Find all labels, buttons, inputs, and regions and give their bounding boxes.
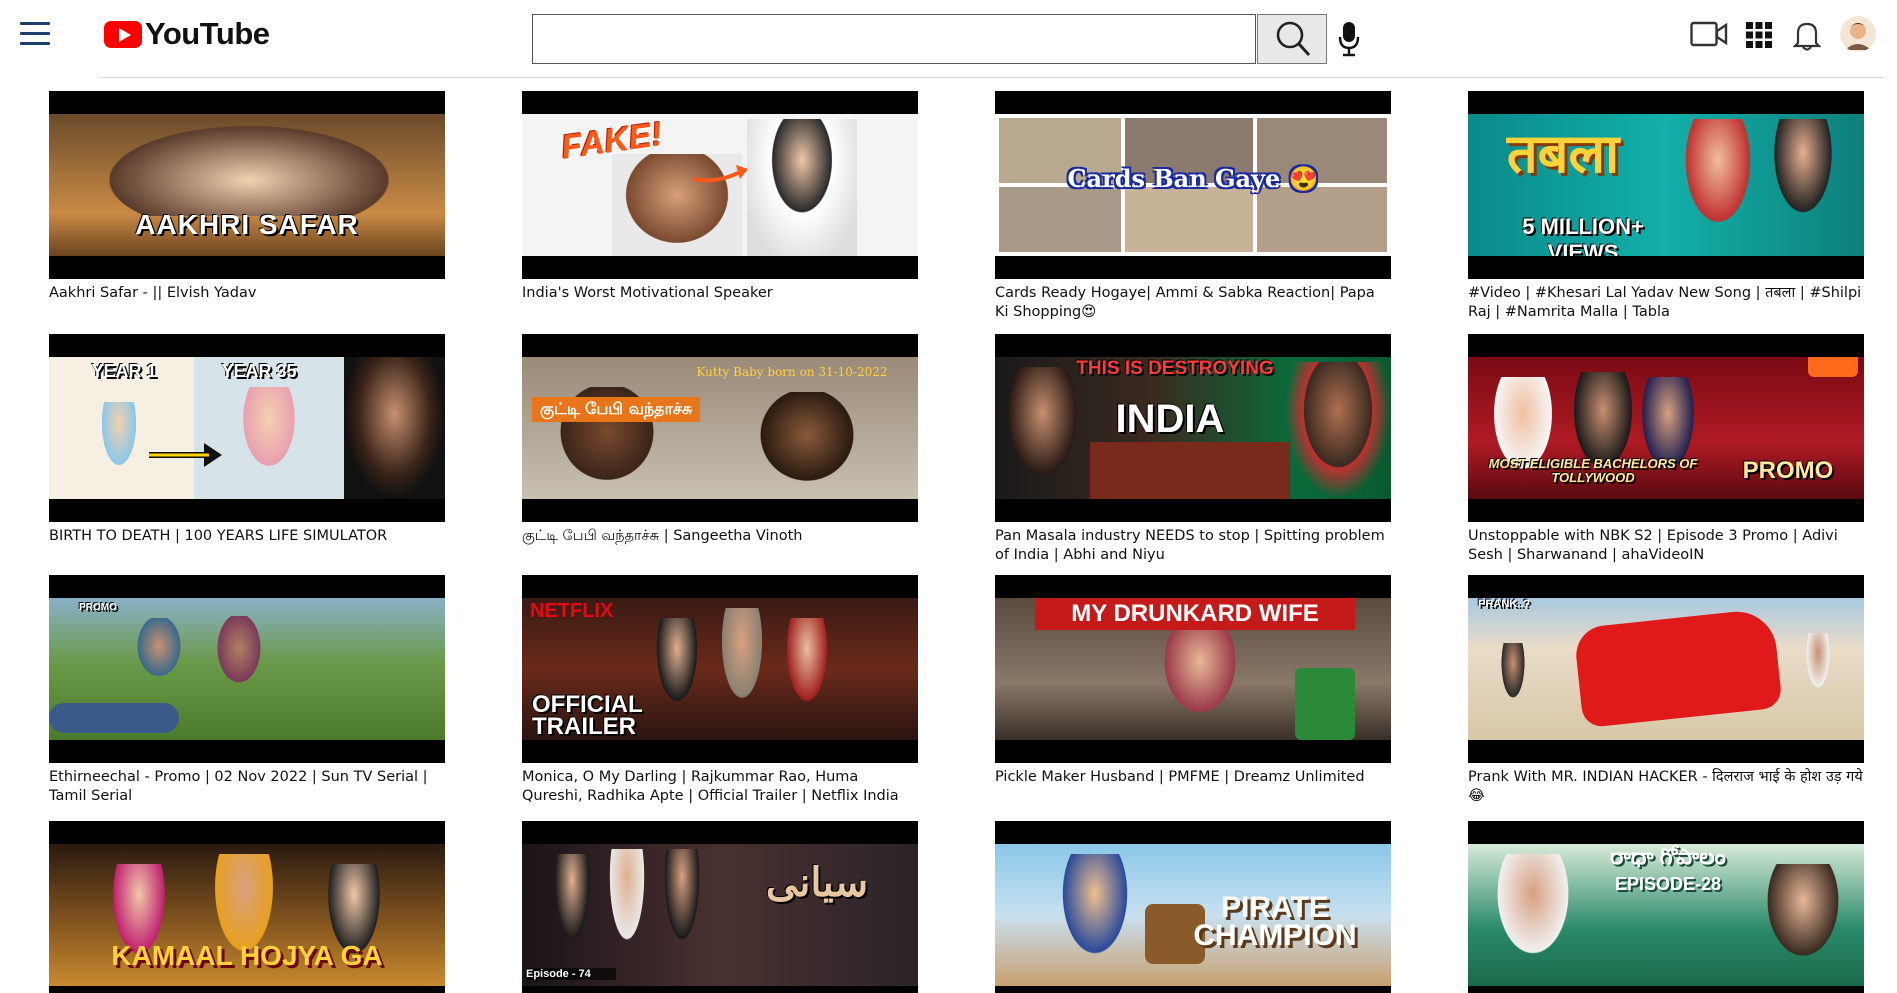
thumbnail-overlay-text: Cards Ban Gaye 😍 xyxy=(1067,164,1319,193)
video-card[interactable]: PIRATE CHAMPION xyxy=(995,821,1391,993)
channel-logo xyxy=(49,703,179,733)
thumbnail-overlay-subtext: YEAR 35 xyxy=(221,361,297,381)
video-thumbnail[interactable]: MY DRUNKARD WIFE xyxy=(995,575,1391,763)
video-thumbnail[interactable]: Kutty Baby born on 31-10-2022 குட்டி பேப… xyxy=(522,334,918,522)
video-thumbnail[interactable]: THIS IS DESTROYING INDIA xyxy=(995,334,1391,522)
video-card[interactable]: FAKE! India's Worst Motivational Speaker xyxy=(522,91,918,303)
video-card[interactable]: Cards Ban Gaye 😍 Cards Ready Hogaye| Amm… xyxy=(995,91,1391,322)
search-button[interactable] xyxy=(1257,14,1327,64)
thumbnail-overlay-text: PRANK..? xyxy=(1478,598,1530,610)
search-input[interactable] xyxy=(532,14,1256,64)
thumbnail-overlay-subtext: PROMO xyxy=(1742,457,1834,484)
apps-grid-icon[interactable] xyxy=(1745,21,1773,49)
thumbnail-overlay-subtext: INDIA xyxy=(1115,397,1225,441)
bell-icon[interactable] xyxy=(1792,19,1822,51)
video-title[interactable]: #Video | #Khesari Lal Yadav New Song | त… xyxy=(1468,284,1864,322)
channel-badge xyxy=(1808,357,1858,377)
top-bar: YouTube xyxy=(0,0,1897,78)
episode-label: Episode - 74 xyxy=(526,968,616,980)
video-card[interactable]: Kutty Baby born on 31-10-2022 குட்டி பேப… xyxy=(522,334,918,546)
thumbnail-overlay-text: MOST ELIGIBLE BACHELORS OF TOLLYWOOD xyxy=(1488,456,1698,485)
video-card[interactable]: NETFLIX OFFICIAL TRAILER Monica, O My Da… xyxy=(522,575,918,806)
video-thumbnail[interactable]: KAMAAL HOJYA GA xyxy=(49,821,445,993)
search-icon xyxy=(1276,21,1311,57)
video-thumbnail[interactable]: PROMO xyxy=(49,575,445,763)
video-thumbnail[interactable]: NETFLIX OFFICIAL TRAILER xyxy=(522,575,918,763)
hamburger-menu-icon[interactable] xyxy=(20,22,50,46)
thumbnail-overlay-text: MY DRUNKARD WIFE xyxy=(1071,600,1319,627)
video-camera-icon[interactable] xyxy=(1690,21,1728,47)
thumbnail-overlay-text: AAKHRI SAFAR xyxy=(135,209,359,240)
video-card[interactable]: YEAR 1 YEAR 35 BIRTH TO DEATH | 100 YEAR… xyxy=(49,334,445,546)
video-thumbnail[interactable]: MOST ELIGIBLE BACHELORS OF TOLLYWOOD PRO… xyxy=(1468,334,1864,522)
video-thumbnail[interactable]: سیانی Episode - 74 xyxy=(522,821,918,993)
video-title[interactable]: Unstoppable with NBK S2 | Episode 3 Prom… xyxy=(1468,527,1864,565)
video-title[interactable]: குட்டி பேபி வந்தாச்சு | Sangeetha Vinoth xyxy=(522,527,918,546)
video-thumbnail[interactable]: YEAR 1 YEAR 35 xyxy=(49,334,445,522)
video-thumbnail[interactable]: FAKE! xyxy=(522,91,918,279)
video-card[interactable]: AAKHRI SAFAR Aakhri Safar - || Elvish Ya… xyxy=(49,91,445,303)
thumbnail-overlay-text: PIRATE CHAMPION xyxy=(1193,891,1357,952)
thumbnail-overlay-subtext: 5 MILLION+ VIEWS xyxy=(1522,214,1644,256)
header-divider xyxy=(98,77,1884,78)
video-card[interactable]: سیانی Episode - 74 xyxy=(522,821,918,993)
video-thumbnail[interactable]: तबला 5 MILLION+ VIEWS xyxy=(1468,91,1864,279)
video-thumbnail[interactable]: PIRATE CHAMPION xyxy=(995,821,1391,993)
video-card[interactable]: PRANK..? Prank With MR. INDIAN HACKER - … xyxy=(1468,575,1864,806)
video-card[interactable]: KAMAAL HOJYA GA xyxy=(49,821,445,993)
video-card[interactable]: PROMO Ethirneechal - Promo | 02 Nov 2022… xyxy=(49,575,445,806)
thumbnail-overlay-text: THIS IS DESTROYING xyxy=(1076,358,1274,379)
video-card[interactable]: MOST ELIGIBLE BACHELORS OF TOLLYWOOD PRO… xyxy=(1468,334,1864,565)
video-card[interactable]: రాధా గోపాలం EPISODE-28 xyxy=(1468,821,1864,993)
video-title[interactable]: Ethirneechal - Promo | 02 Nov 2022 | Sun… xyxy=(49,768,445,806)
video-card[interactable]: तबला 5 MILLION+ VIEWS #Video | #Khesari … xyxy=(1468,91,1864,322)
thumbnail-overlay-subtext: EPISODE-28 xyxy=(1614,874,1722,894)
video-thumbnail[interactable]: రాధా గోపాలం EPISODE-28 xyxy=(1468,821,1864,993)
video-title[interactable]: BIRTH TO DEATH | 100 YEARS LIFE SIMULATO… xyxy=(49,527,445,546)
thumbnail-overlay-text: سیانی xyxy=(765,859,869,906)
video-card[interactable]: THIS IS DESTROYING INDIA Pan Masala indu… xyxy=(995,334,1391,565)
arrow-icon xyxy=(693,165,748,183)
youtube-logo[interactable]: YouTube xyxy=(104,16,270,51)
video-title[interactable]: Monica, O My Darling | Rajkummar Rao, Hu… xyxy=(522,768,918,806)
youtube-play-icon xyxy=(104,20,142,48)
thumbnail-caption-box: குட்டி பேபி வந்தாச்சு xyxy=(532,397,701,422)
thumbnail-overlay-text: तबला xyxy=(1506,124,1620,184)
video-title[interactable]: Aakhri Safar - || Elvish Yadav xyxy=(49,284,445,303)
video-thumbnail[interactable]: AAKHRI SAFAR xyxy=(49,91,445,279)
thumbnail-overlay-text: KAMAAL HOJYA GA xyxy=(111,940,383,971)
thumbnail-overlay-subtext: NETFLIX xyxy=(530,600,614,622)
thumbnail-overlay-text: குட்டி பேபி வந்தாச்சு xyxy=(540,399,693,418)
avatar[interactable] xyxy=(1840,16,1876,52)
video-title[interactable]: Cards Ready Hogaye| Ammi & Sabka Reactio… xyxy=(995,284,1391,322)
video-thumbnail[interactable]: Cards Ban Gaye 😍 xyxy=(995,91,1391,279)
video-title[interactable]: India's Worst Motivational Speaker xyxy=(522,284,918,303)
video-card[interactable]: MY DRUNKARD WIFE Pickle Maker Husband | … xyxy=(995,575,1391,787)
thumbnail-overlay-text: YEAR 1 xyxy=(91,361,157,381)
video-title[interactable]: Pickle Maker Husband | PMFME | Dreamz Un… xyxy=(995,768,1391,787)
microphone-icon[interactable] xyxy=(1337,20,1361,58)
thumbnail-overlay-text: రాధా గోపాలం xyxy=(1610,844,1726,869)
video-title[interactable]: Prank With MR. INDIAN HACKER - दिलराज भा… xyxy=(1468,768,1864,806)
video-title[interactable]: Pan Masala industry NEEDS to stop | Spit… xyxy=(995,527,1391,565)
video-thumbnail[interactable]: PRANK..? xyxy=(1468,575,1864,763)
thumbnail-overlay-text: PROMO xyxy=(79,602,117,613)
thumbnail-overlay-text: OFFICIAL TRAILER xyxy=(532,691,643,740)
arrow-icon xyxy=(149,443,222,467)
logo-text: YouTube xyxy=(145,16,270,51)
thumbnail-overlay-subtext: Kutty Baby born on 31-10-2022 xyxy=(696,365,888,379)
